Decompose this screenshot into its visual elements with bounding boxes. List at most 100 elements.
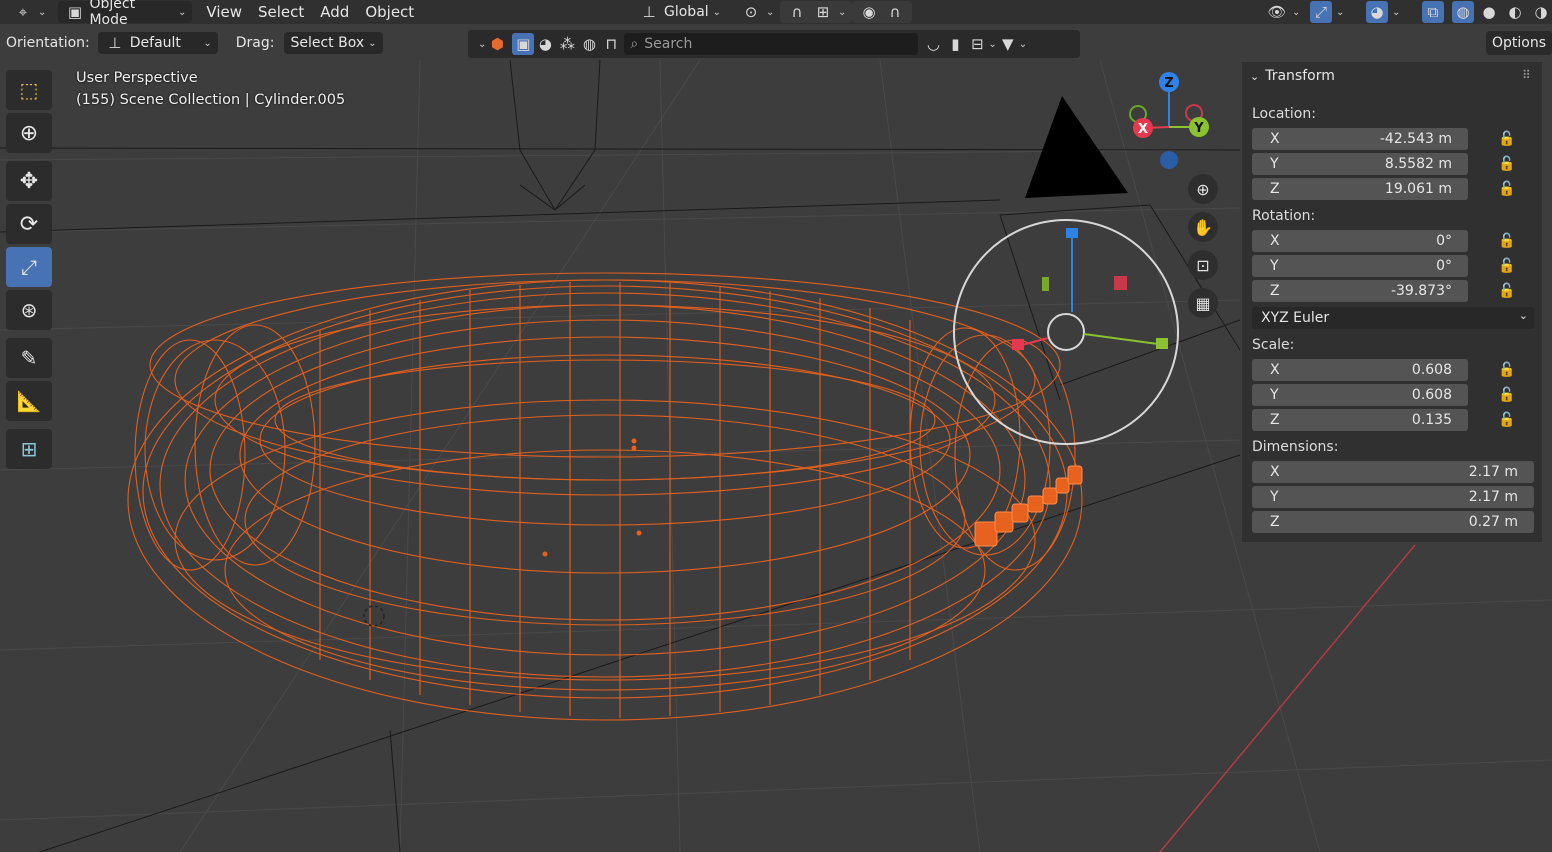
- drag-handle-icon[interactable]: ⠿: [1522, 68, 1531, 82]
- scale-x-field[interactable]: X 0.608: [1252, 359, 1468, 381]
- axis-y-label: Y: [1270, 156, 1279, 172]
- camera-view-button[interactable]: ⊡: [1188, 250, 1218, 280]
- scatter-icon[interactable]: ⁂: [556, 33, 578, 55]
- perspective-toggle-button[interactable]: ▦: [1188, 288, 1218, 318]
- options-button[interactable]: Options: [1486, 31, 1552, 55]
- solid-shading-icon[interactable]: ●: [1478, 1, 1500, 23]
- falloff-curve-icon: ∩: [889, 3, 901, 21]
- proportional-editing-toggle[interactable]: ◉ ∩: [852, 1, 912, 23]
- gizmo-icon: ⤢: [1310, 1, 1332, 23]
- cursor-icon: ⊕: [19, 120, 39, 146]
- measure-tool[interactable]: 📐: [6, 381, 52, 421]
- pivot-point-button[interactable]: ⊙ ⌄: [734, 1, 780, 23]
- lock-icon[interactable]: 🔓: [1498, 181, 1516, 199]
- curve-icon[interactable]: ◡: [922, 33, 944, 55]
- location-y-field[interactable]: Y 8.5582 m: [1252, 153, 1468, 175]
- bookmark-icon[interactable]: ▮: [944, 33, 966, 55]
- dimensions-y-field[interactable]: Y 2.17 m: [1252, 486, 1534, 508]
- overlay-toggle[interactable]: ◕ ⌄: [1360, 1, 1406, 23]
- orientation-dropdown[interactable]: ⊥ Default ⌄: [97, 32, 218, 54]
- rendered-shading-icon[interactable]: ◑: [1530, 1, 1552, 23]
- gizmo-toggle[interactable]: ⤢ ⌄: [1304, 1, 1350, 23]
- lock-icon[interactable]: 🔓: [1498, 156, 1516, 174]
- dimensions-z-value: 0.27 m: [1468, 514, 1518, 530]
- add-cube-tool[interactable]: ⊞: [6, 429, 52, 469]
- mode-dropdown[interactable]: ▣ Object Mode ⌄: [58, 0, 193, 28]
- move-tool[interactable]: ✥: [6, 161, 52, 201]
- panel-title: Transform: [1265, 68, 1335, 84]
- proportional-icon: ◉: [862, 3, 876, 21]
- location-y-value: 8.5582 m: [1384, 156, 1452, 172]
- menu-view[interactable]: View: [198, 3, 250, 21]
- rotation-x-field[interactable]: X 0°: [1252, 230, 1468, 252]
- sphere-icon[interactable]: ◕: [534, 33, 556, 55]
- camera-icon: ⊡: [1196, 255, 1210, 275]
- shading-buttons[interactable]: ◍ ● ◐ ◑: [1446, 1, 1552, 23]
- material-shading-icon[interactable]: ◐: [1504, 1, 1526, 23]
- rotate-tool[interactable]: ⟳: [6, 204, 52, 244]
- scale-tool[interactable]: ⤢: [6, 247, 52, 287]
- x-axis-line: [1159, 544, 1416, 852]
- magnet-icon: ∩: [791, 3, 803, 21]
- visibility-dropdown[interactable]: 👁 ⌄: [1260, 1, 1306, 23]
- chevron-down-icon: ⌄: [368, 37, 377, 49]
- chevron-down-icon[interactable]: ⌄: [988, 39, 996, 50]
- lock-icon[interactable]: 🔓: [1498, 131, 1516, 149]
- snap-toggle[interactable]: ∩ ⊞ ⌄: [780, 1, 853, 23]
- layout-icon[interactable]: ⊟: [966, 33, 988, 55]
- chevron-down-icon[interactable]: ⌄: [478, 39, 486, 50]
- select-box-icon[interactable]: ▣: [512, 33, 535, 55]
- select-box-tool[interactable]: ⬚: [6, 70, 52, 110]
- menu-select[interactable]: Select: [250, 3, 312, 21]
- rotation-y-field[interactable]: Y 0°: [1252, 255, 1468, 277]
- torus-wireframe: [127, 272, 1083, 721]
- dimensions-label: Dimensions:: [1252, 439, 1339, 455]
- rotation-mode-dropdown[interactable]: XYZ Euler ⌄: [1252, 307, 1534, 329]
- editor-type-button[interactable]: ⌖ ⌄: [6, 1, 52, 23]
- ruler-icon: 📐: [16, 389, 42, 413]
- seat-icon[interactable]: ⊓: [600, 33, 622, 55]
- scale-y-field[interactable]: Y 0.608: [1252, 384, 1468, 406]
- location-x-field[interactable]: X -42.543 m: [1252, 128, 1468, 150]
- zoom-button[interactable]: ⊕: [1188, 174, 1218, 204]
- dimensions-x-field[interactable]: X 2.17 m: [1252, 461, 1534, 483]
- lock-icon[interactable]: 🔓: [1498, 233, 1516, 251]
- wireframe-shading-icon[interactable]: ◍: [1452, 1, 1474, 23]
- transform-orientation-dropdown[interactable]: ⊥ Global ⌄: [632, 1, 727, 23]
- menu-add[interactable]: Add: [312, 3, 357, 21]
- mode-label: Object Mode: [89, 0, 136, 28]
- filter-icon[interactable]: ▼: [997, 33, 1019, 55]
- dimensions-z-field[interactable]: Z 0.27 m: [1252, 511, 1534, 533]
- location-z-value: 19.061 m: [1384, 181, 1452, 197]
- xray-toggle[interactable]: ⧉: [1416, 1, 1450, 23]
- search-field[interactable]: ⌕ Search: [624, 33, 919, 55]
- lock-icon[interactable]: 🔓: [1498, 412, 1516, 430]
- cursor-tool[interactable]: ⊕: [6, 113, 52, 153]
- panel-header[interactable]: ⌄ Transform: [1250, 68, 1335, 84]
- orientation-value: Default: [129, 35, 181, 51]
- drag-dropdown[interactable]: Select Box ⌄: [284, 32, 383, 54]
- location-z-field[interactable]: Z 19.061 m: [1252, 178, 1468, 200]
- lock-icon[interactable]: 🔓: [1498, 362, 1516, 380]
- transform-icon: ⊛: [20, 298, 38, 322]
- scale-icon: ⤢: [21, 255, 37, 279]
- chevron-down-icon[interactable]: ⌄: [1019, 39, 1027, 50]
- globe-icon[interactable]: ◍: [578, 33, 600, 55]
- lock-icon[interactable]: 🔓: [1498, 258, 1516, 276]
- transform-tool[interactable]: ⊛: [6, 290, 52, 330]
- axis-y-label: Y: [1270, 258, 1279, 274]
- scale-z-field[interactable]: Z 0.135: [1252, 409, 1468, 431]
- menu-object[interactable]: Object: [357, 3, 422, 21]
- rotate-icon: ⟳: [19, 211, 39, 237]
- chevron-down-icon: ⌄: [766, 6, 775, 18]
- rotation-z-field[interactable]: Z -39.873°: [1252, 280, 1468, 302]
- pan-button[interactable]: ✋: [1188, 212, 1218, 242]
- nav-gizmo-z-label: Z: [1164, 76, 1173, 91]
- color-cube-icon[interactable]: ⬢: [486, 33, 508, 55]
- lock-icon[interactable]: 🔓: [1498, 283, 1516, 301]
- lock-icon[interactable]: 🔓: [1498, 387, 1516, 405]
- add-cube-icon: ⊞: [20, 437, 38, 461]
- rotation-mode-value: XYZ Euler: [1261, 310, 1330, 326]
- annotate-tool[interactable]: ✎: [6, 338, 52, 378]
- tool-header: Orientation: ⊥ Default ⌄ Drag: Select Bo…: [0, 28, 1552, 58]
